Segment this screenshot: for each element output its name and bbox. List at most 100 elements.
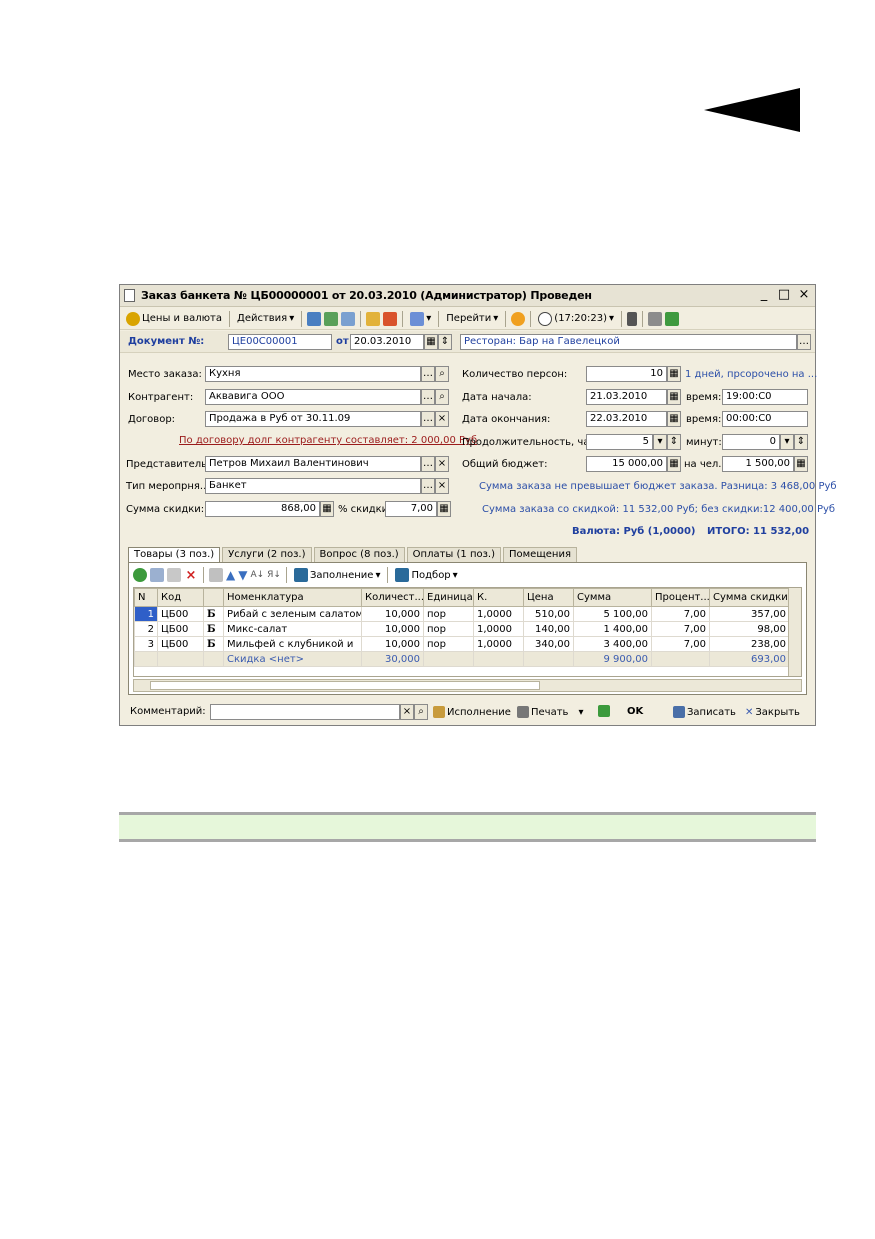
minutes-field[interactable]: 0 bbox=[722, 434, 780, 450]
calendar-icon[interactable]: ▦ bbox=[667, 411, 681, 427]
import-icon[interactable] bbox=[366, 311, 381, 326]
calendar-icon[interactable]: ▦ bbox=[667, 389, 681, 405]
edit-icon[interactable] bbox=[167, 568, 181, 582]
select-ellipsis-button[interactable]: … bbox=[421, 411, 435, 427]
comment-field[interactable] bbox=[210, 704, 400, 720]
calculator-icon[interactable]: ▦ bbox=[437, 501, 451, 517]
column-header[interactable]: Сумма bbox=[573, 588, 652, 607]
clear-icon[interactable]: × bbox=[435, 456, 449, 472]
column-header[interactable]: Цена bbox=[523, 588, 574, 607]
add-icon[interactable] bbox=[133, 568, 147, 582]
clear-icon[interactable]: × bbox=[435, 478, 449, 494]
based-on-button[interactable]: ▾ bbox=[408, 310, 433, 328]
move-up-icon[interactable]: ▲ bbox=[226, 568, 235, 582]
refresh-icon[interactable] bbox=[324, 311, 339, 326]
calendar-icon[interactable]: ▦ bbox=[424, 334, 438, 350]
document-number-field[interactable]: ЦЕ00С00001 bbox=[228, 334, 332, 350]
scroll-thumb[interactable] bbox=[150, 681, 540, 690]
actions-menu-button[interactable]: Действия ▾ bbox=[235, 310, 296, 328]
move-down-icon[interactable]: ▼ bbox=[238, 568, 247, 582]
spin-icon[interactable]: ⇕ bbox=[794, 434, 808, 450]
save-button[interactable]: Записать bbox=[671, 703, 738, 721]
export-icon[interactable] bbox=[383, 311, 398, 326]
persons-field[interactable]: 10 bbox=[586, 366, 667, 382]
column-header[interactable]: Единица bbox=[423, 588, 474, 607]
restaurant-field[interactable]: Ресторан: Бар на Гавелецкой bbox=[460, 334, 797, 350]
post-check-icon[interactable] bbox=[598, 705, 610, 717]
clear-icon[interactable]: × bbox=[435, 411, 449, 427]
column-header[interactable]: Процент... bbox=[651, 588, 710, 607]
delete-icon[interactable]: × bbox=[184, 568, 198, 583]
minimize-button[interactable]: _ bbox=[757, 287, 771, 303]
spin-icon[interactable]: ⇕ bbox=[667, 434, 681, 450]
debt-link[interactable]: По договору долг контрагенту составляет:… bbox=[179, 435, 477, 446]
event-type-field[interactable]: Банкет bbox=[205, 478, 421, 494]
end-time-field[interactable]: 00:00:С0 bbox=[722, 411, 808, 427]
search-icon[interactable]: ⌕ bbox=[414, 704, 428, 720]
tab-rooms[interactable]: Помещения bbox=[503, 547, 577, 563]
post-icon[interactable] bbox=[307, 311, 322, 326]
ok-button[interactable]: OK bbox=[627, 706, 643, 717]
maximize-button[interactable]: □ bbox=[777, 287, 791, 303]
column-header[interactable]: К. bbox=[473, 588, 524, 607]
print-button[interactable]: Печать ▾ bbox=[515, 703, 585, 721]
per-person-field[interactable]: 1 500,00 bbox=[722, 456, 794, 472]
copy-row-icon[interactable] bbox=[150, 568, 164, 582]
contractor-field[interactable]: Аквавига ООО bbox=[205, 389, 421, 405]
horizontal-scrollbar[interactable] bbox=[133, 679, 802, 692]
tab-services[interactable]: Услуги (2 поз.) bbox=[222, 547, 312, 563]
tab-payments[interactable]: Оплаты (1 поз.) bbox=[406, 547, 501, 563]
contract-field[interactable]: Продажа в Руб от 30.11.09 bbox=[205, 411, 421, 427]
tab-questions[interactable]: Вопрос (8 поз.) bbox=[313, 547, 405, 563]
vertical-scrollbar[interactable] bbox=[788, 588, 801, 676]
select-ellipsis-button[interactable]: … bbox=[421, 389, 435, 405]
select-menu-button[interactable]: Подбор ▾ bbox=[393, 566, 459, 584]
start-time-field[interactable]: 19:00:С0 bbox=[722, 389, 808, 405]
copy-icon[interactable] bbox=[341, 311, 356, 326]
column-header[interactable]: N bbox=[134, 588, 158, 607]
sort-asc-icon[interactable]: A↓ bbox=[250, 570, 264, 580]
end-date-field[interactable]: 22.03.2010 bbox=[586, 411, 667, 427]
column-header[interactable]: Код bbox=[157, 588, 204, 607]
sort-desc-icon[interactable]: Я↓ bbox=[267, 570, 281, 580]
place-field[interactable]: Кухня bbox=[205, 366, 421, 382]
help-icon[interactable] bbox=[511, 311, 526, 326]
calculator-icon[interactable]: ▦ bbox=[667, 456, 681, 472]
time-button[interactable]: (17:20:23) ▾ bbox=[536, 310, 616, 328]
select-ellipsis-button[interactable]: … bbox=[421, 478, 435, 494]
select-ellipsis-button[interactable]: … bbox=[797, 334, 811, 350]
select-ellipsis-button[interactable]: … bbox=[421, 366, 435, 382]
duration-field[interactable]: 5 bbox=[586, 434, 653, 450]
close-window-button[interactable]: × bbox=[797, 287, 811, 303]
search-icon[interactable]: ⌕ bbox=[435, 389, 449, 405]
close-button[interactable]: ✕ Закрыть bbox=[743, 703, 802, 721]
goto-menu-button[interactable]: Перейти ▾ bbox=[444, 310, 500, 328]
dropdown-arrow-icon[interactable]: ▾ bbox=[653, 434, 667, 450]
dropdown-arrow-icon[interactable]: ▾ bbox=[780, 434, 794, 450]
fill-menu-button[interactable]: Заполнение ▾ bbox=[292, 566, 383, 584]
execution-button[interactable]: Исполнение bbox=[431, 703, 513, 721]
document-date-field[interactable]: 20.03.2010 bbox=[350, 334, 424, 350]
column-header[interactable]: Номенклатура bbox=[223, 588, 362, 607]
structure-icon[interactable] bbox=[627, 311, 638, 326]
table-row[interactable]: 2 ЦБ00 Б Микс-салат 10,000 пор 1,0000 14… bbox=[134, 621, 790, 637]
table-row[interactable]: 1 ЦБ00 Б Рибай с зеленым салатом 10,000 … bbox=[134, 606, 790, 622]
select-ellipsis-button[interactable]: … bbox=[421, 456, 435, 472]
discount-sum-field[interactable]: 868,00 bbox=[205, 501, 320, 517]
budget-field[interactable]: 15 000,00 bbox=[586, 456, 667, 472]
date-spin-icon[interactable]: ⇕ bbox=[438, 334, 452, 350]
search-icon[interactable]: ⌕ bbox=[435, 366, 449, 382]
calculator-icon[interactable]: ▦ bbox=[667, 366, 681, 382]
table-row[interactable]: 3 ЦБ00 Б Мильфей с клубникой и 10,000 по… bbox=[134, 636, 790, 652]
list-icon[interactable] bbox=[648, 311, 663, 326]
column-header[interactable]: Количест... bbox=[361, 588, 424, 607]
prices-currency-button[interactable]: Цены и валюта bbox=[124, 310, 224, 328]
report-icon[interactable] bbox=[665, 311, 680, 326]
discount-percent-field[interactable]: 7,00 bbox=[385, 501, 437, 517]
column-header[interactable]: Сумма скидки bbox=[709, 588, 790, 607]
representative-field[interactable]: Петров Михаил Валентинович bbox=[205, 456, 421, 472]
calculator-icon[interactable]: ▦ bbox=[794, 456, 808, 472]
column-header[interactable] bbox=[203, 588, 224, 607]
clear-icon[interactable]: × bbox=[400, 704, 414, 720]
calculator-icon[interactable]: ▦ bbox=[320, 501, 334, 517]
